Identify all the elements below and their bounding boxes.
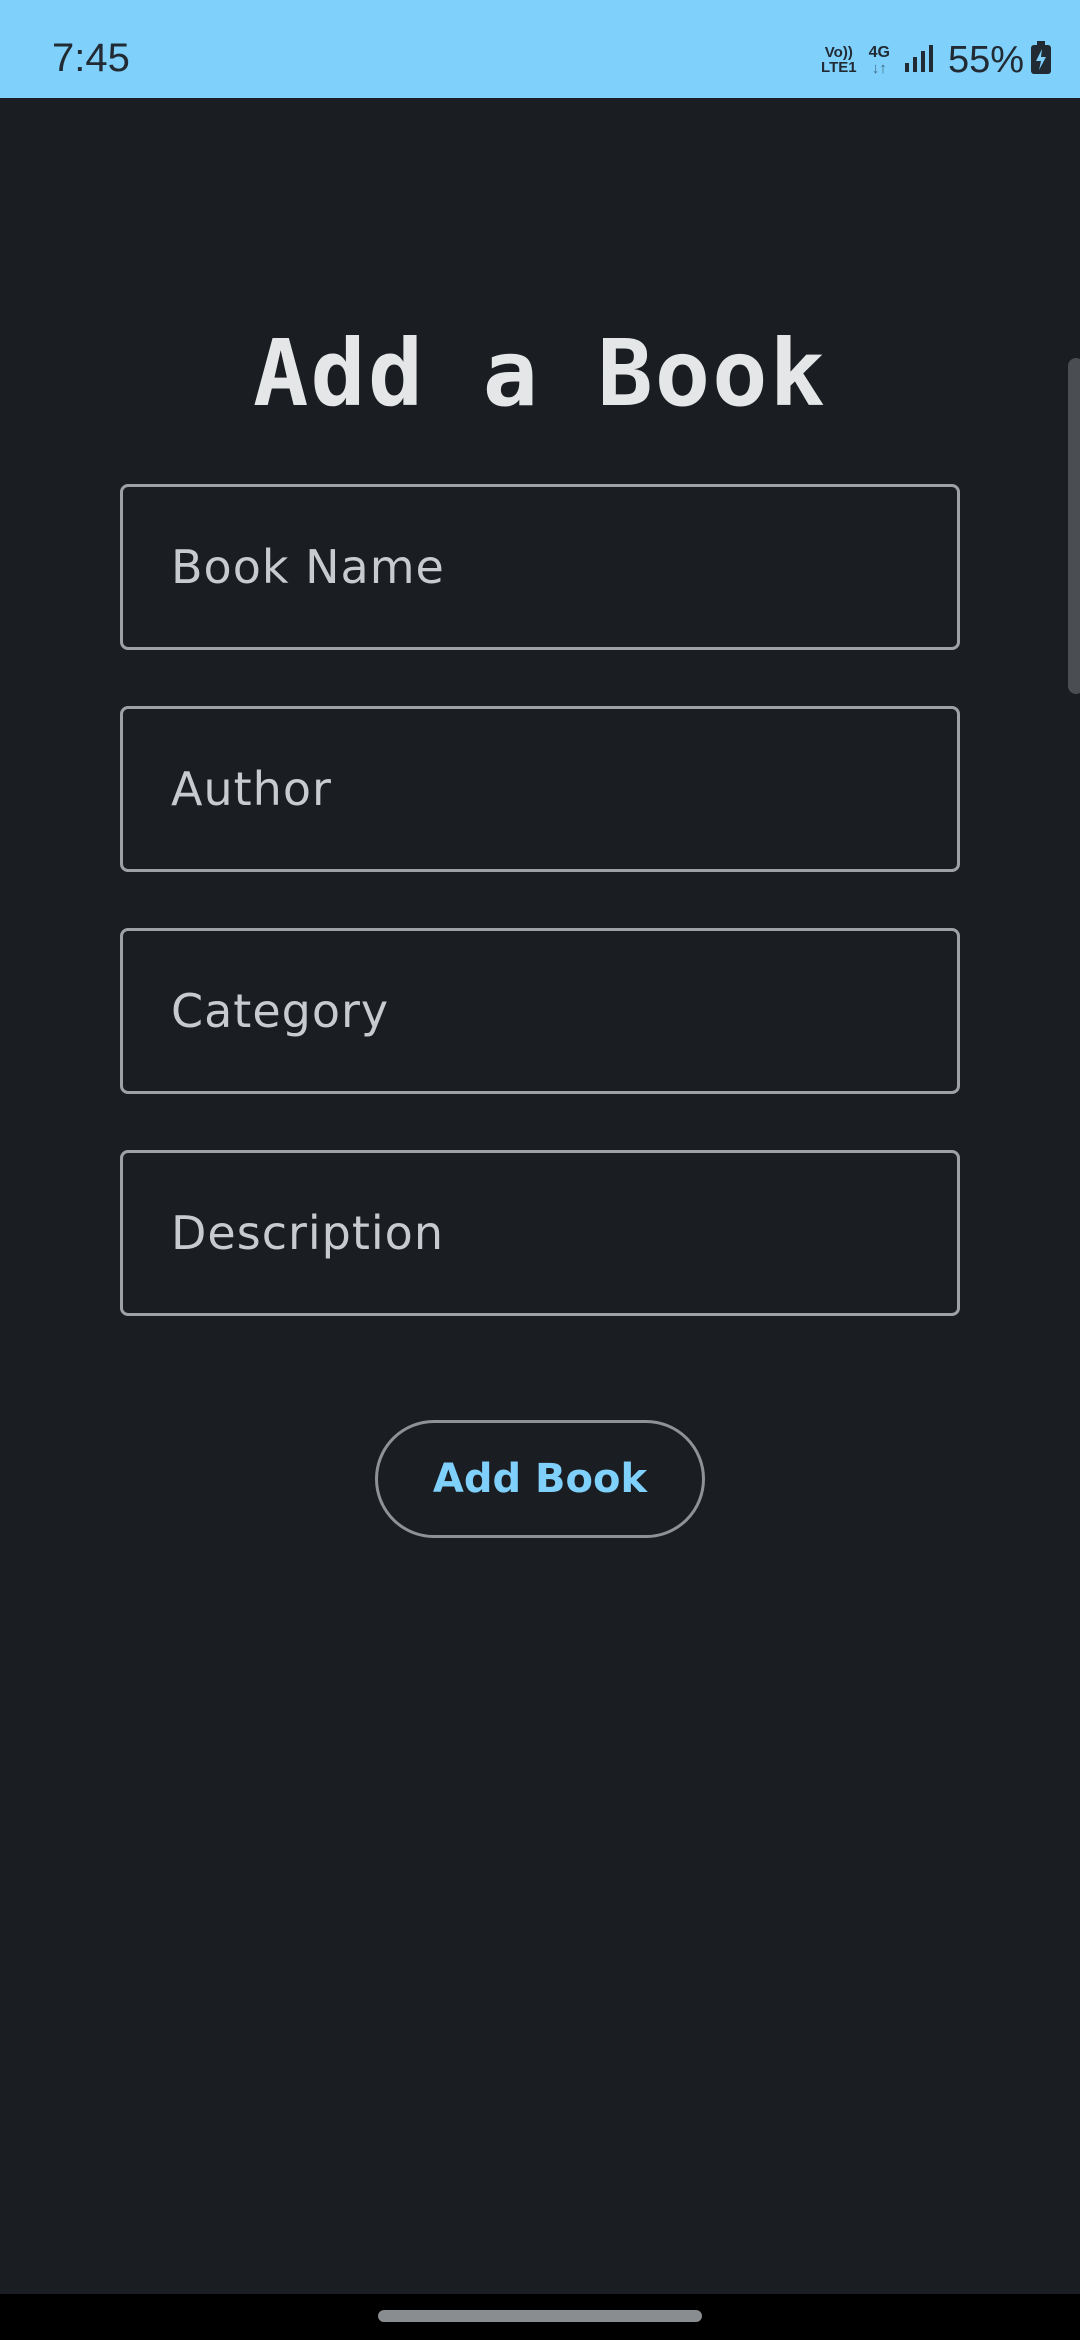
network-type: 4G bbox=[868, 43, 890, 61]
status-time: 7:45 bbox=[52, 36, 130, 80]
book-name-field bbox=[120, 484, 960, 650]
author-field bbox=[120, 706, 960, 872]
network-indicator: 4G ↓↑ bbox=[868, 43, 890, 77]
book-name-input[interactable] bbox=[123, 487, 957, 647]
battery-charging-icon bbox=[1030, 41, 1052, 79]
description-input[interactable] bbox=[123, 1153, 957, 1313]
category-input[interactable] bbox=[123, 931, 957, 1091]
description-field bbox=[120, 1150, 960, 1316]
status-icons: Vo)) LTE1 4G ↓↑ 55% bbox=[821, 40, 1052, 80]
battery-percentage: 55% bbox=[947, 39, 1024, 81]
app-screen: 7:45 Vo)) LTE1 4G ↓↑ 55% Add a Book Book… bbox=[0, 0, 1080, 2340]
volte-indicator: Vo)) LTE1 bbox=[821, 45, 857, 75]
home-indicator[interactable] bbox=[378, 2310, 702, 2322]
lte-label: LTE1 bbox=[821, 59, 857, 76]
author-input[interactable] bbox=[123, 709, 957, 869]
navigation-bar bbox=[0, 2294, 1080, 2340]
status-bar: 7:45 Vo)) LTE1 4G ↓↑ 55% bbox=[0, 0, 1080, 98]
category-field bbox=[120, 928, 960, 1094]
scrollbar[interactable] bbox=[1068, 358, 1080, 694]
data-activity-icon: ↓↑ bbox=[871, 59, 887, 77]
add-book-button[interactable]: Add Book bbox=[375, 1420, 705, 1538]
signal-bars-icon bbox=[904, 43, 934, 77]
page-title: Add a Book bbox=[253, 319, 827, 427]
volte-label: Vo)) bbox=[824, 44, 853, 61]
